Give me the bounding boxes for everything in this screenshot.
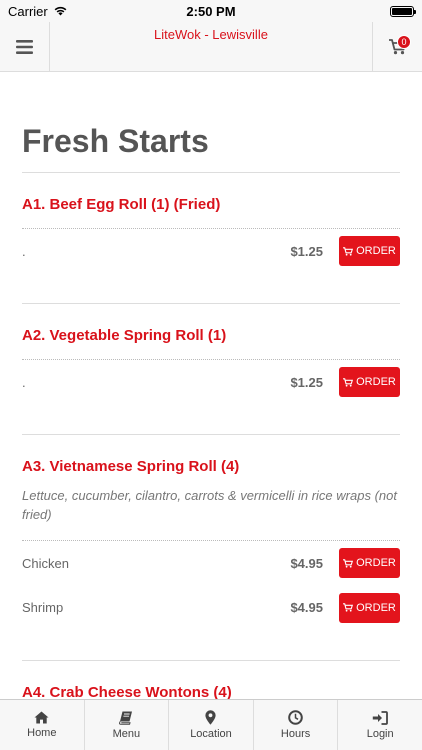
login-icon — [372, 710, 389, 725]
menu-item: A2. Vegetable Spring Roll (1) . $1.25 OR… — [22, 304, 400, 434]
tab-label: Login — [366, 727, 394, 740]
item-title: A1. Beef Egg Roll (1) (Fried) — [22, 196, 221, 213]
wifi-icon — [53, 4, 68, 19]
tab-label: Menu — [112, 727, 141, 740]
cart-icon — [343, 246, 354, 256]
option-name: . — [22, 243, 26, 259]
page-title: Fresh Starts — [22, 123, 209, 159]
cart-button[interactable]: 0 — [372, 22, 422, 71]
carrier-label: Carrier — [8, 3, 48, 19]
map-pin-icon — [205, 710, 217, 725]
clock-icon — [288, 710, 303, 725]
hamburger-icon — [16, 39, 33, 54]
hamburger-menu-button[interactable] — [0, 22, 50, 71]
cart-icon — [343, 377, 354, 387]
order-button[interactable]: ORDER — [339, 367, 400, 397]
item-title: A4. Crab Cheese Wontons (4) — [22, 684, 232, 699]
item-title: A3. Vietnamese Spring Roll (4) — [22, 458, 240, 475]
tab-label: Location — [190, 728, 232, 740]
order-button[interactable]: ORDER — [339, 236, 400, 266]
option-price: $4.95 — [290, 555, 323, 571]
tab-menu[interactable]: Menu — [85, 700, 170, 750]
item-option-row: Shrimp $4.95 ORDER — [22, 585, 400, 630]
cart-icon — [343, 603, 354, 612]
item-option-row: Chicken $4.95 ORDER — [22, 540, 400, 585]
restaurant-title: LiteWok - Lewisville — [154, 27, 268, 42]
cart-icon — [343, 558, 354, 568]
option-name: . — [22, 374, 26, 390]
item-title: A2. Vegetable Spring Roll (1) — [22, 327, 227, 344]
option-price: $1.25 — [290, 374, 323, 390]
book-icon — [119, 711, 133, 725]
order-button-label: ORDER — [356, 601, 396, 614]
cart-count-badge: 0 — [397, 35, 411, 49]
app-header: LiteWok - Lewisville 0 — [0, 22, 422, 72]
option-name: Chicken — [22, 555, 69, 571]
home-icon — [34, 711, 49, 724]
menu-item: A3. Vietnamese Spring Roll (4) Lettuce, … — [22, 435, 400, 660]
order-button-label: ORDER — [356, 376, 396, 388]
option-name: Shrimp — [22, 600, 64, 615]
order-button[interactable]: ORDER — [339, 592, 400, 623]
status-time: 2:50 PM — [186, 3, 236, 19]
order-button-label: ORDER — [356, 245, 396, 257]
order-button[interactable]: ORDER — [339, 548, 400, 578]
menu-content[interactable]: Fresh Starts A1. Beef Egg Roll (1) (Frie… — [0, 72, 422, 699]
tab-location[interactable]: Location — [169, 700, 254, 750]
item-option-row: . $1.25 ORDER — [22, 359, 400, 404]
menu-item: A1. Beef Egg Roll (1) (Fried) . $1.25 OR… — [22, 173, 400, 303]
battery-icon — [389, 5, 416, 17]
menu-item: A4. Crab Cheese Wontons (4) — [22, 661, 400, 699]
tab-login[interactable]: Login — [338, 700, 422, 750]
tab-label: Hours — [280, 728, 311, 740]
option-price: $1.25 — [290, 243, 323, 259]
tab-home[interactable]: Home — [0, 700, 85, 750]
item-description: Lettuce, cucumber, cilantro, carrots & v… — [22, 488, 397, 522]
order-button-label: ORDER — [356, 557, 396, 569]
tab-hours[interactable]: Hours — [254, 700, 339, 750]
item-option-row: . $1.25 ORDER — [22, 228, 400, 273]
status-bar: Carrier 2:50 PM — [0, 0, 422, 22]
tab-label: Home — [27, 727, 57, 739]
bottom-tab-bar: Home Menu Location Hours Login — [0, 699, 422, 750]
option-price: $4.95 — [290, 600, 323, 615]
